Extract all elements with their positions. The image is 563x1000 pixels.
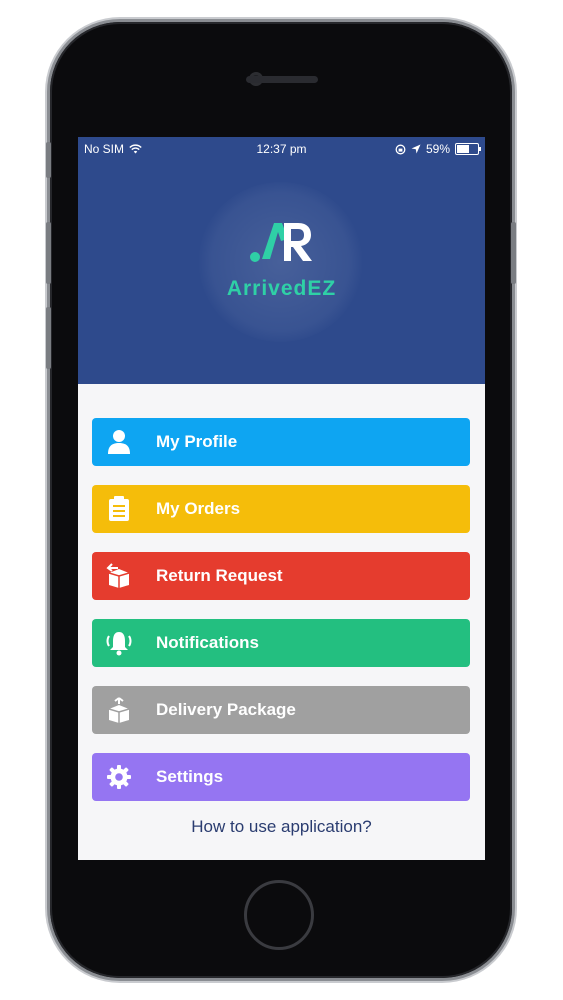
volume-up-button [46, 222, 51, 284]
power-button [511, 222, 516, 284]
volume-down-button [46, 307, 51, 369]
settings-button[interactable]: Settings [92, 753, 470, 801]
phone-frame: No SIM 12:37 pm 59% ArrivedEZ My Profile… [46, 22, 516, 978]
menu-label: My Orders [156, 499, 241, 518]
menu-label: Notifications [156, 633, 259, 652]
battery-percent: 59% [425, 142, 450, 156]
battery-icon [455, 143, 481, 155]
clipboard-icon [105, 495, 133, 523]
menu-label: Delivery Package [156, 700, 296, 719]
rotation-lock-icon [395, 144, 406, 154]
arrivedez-logo-icon [250, 223, 312, 262]
menu-label: Settings [156, 767, 224, 786]
app-screen: No SIM 12:37 pm 59% ArrivedEZ My Profile… [78, 137, 485, 860]
package-icon [105, 696, 133, 724]
earpiece-speaker [246, 76, 318, 83]
menu-label: Return Request [156, 566, 283, 585]
home-button[interactable] [244, 880, 314, 950]
person-icon [105, 428, 133, 456]
location-arrow-icon [411, 144, 421, 154]
delivery-package-button[interactable]: Delivery Package [92, 686, 470, 734]
brand-name: ArrivedEZ [226, 277, 337, 300]
return-request-button[interactable]: Return Request [92, 552, 470, 600]
gear-icon [105, 763, 133, 791]
menu-label: My Profile [156, 432, 238, 451]
my-orders-button[interactable]: My Orders [92, 485, 470, 533]
app-header: No SIM 12:37 pm 59% ArrivedEZ [78, 137, 485, 384]
status-bar: No SIM 12:37 pm 59% [78, 137, 485, 159]
return-box-icon [105, 562, 133, 590]
bell-ringing-icon [105, 629, 133, 657]
how-to-use-link[interactable]: How to use application? [78, 817, 485, 837]
mute-switch [46, 142, 51, 178]
notifications-button[interactable]: Notifications [92, 619, 470, 667]
my-profile-button[interactable]: My Profile [92, 418, 470, 466]
